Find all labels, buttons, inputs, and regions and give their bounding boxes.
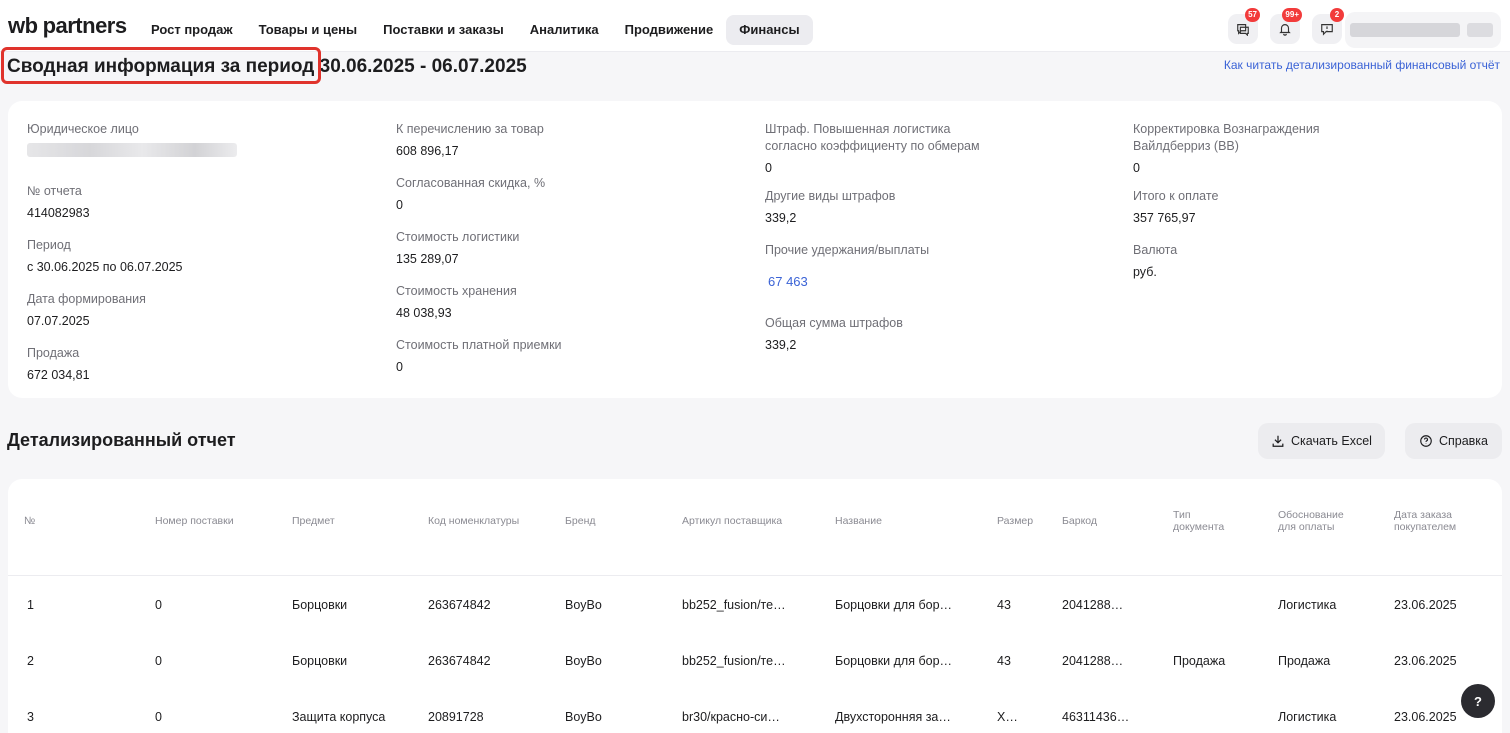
feedback-button[interactable]: 2	[1312, 8, 1344, 44]
detailed-report-title: Детализированный отчет	[7, 430, 236, 450]
col-header-subject[interactable]: Предмет	[292, 515, 335, 527]
top-header: wb partners Рост продаж Товары и цены Пос…	[0, 0, 1510, 52]
account-id-redacted	[1467, 23, 1493, 37]
col-header-order-date[interactable]: Дата заказа покупателем	[1394, 509, 1456, 533]
bell-icon	[1279, 24, 1291, 36]
sale-label: Продажа	[27, 346, 80, 360]
download-icon	[1272, 435, 1284, 447]
floating-help-button[interactable]: ?	[1461, 684, 1495, 718]
storage-cost-value: 48 038,93	[396, 306, 452, 320]
col-header-brand[interactable]: Бренд	[565, 515, 596, 527]
correction-label-line2: Вайлдберриз (ВВ)	[1133, 139, 1239, 153]
download-excel-button[interactable]: Скачать Excel	[1258, 423, 1385, 459]
question-circle-icon	[1420, 435, 1432, 447]
total-to-pay-value: 357 765,97	[1133, 211, 1196, 225]
fine-logistics-label-line2: согласно коэффициенту по обмерам	[765, 139, 980, 153]
period-label: Период	[27, 238, 71, 252]
summary-column-3: Штраф. Повышенная логистика согласно коэ…	[765, 122, 980, 353]
col-header-reason[interactable]: Обоснование для оплаты	[1278, 509, 1344, 533]
logistics-cost-label: Стоимость логистики	[396, 230, 520, 244]
report-no-value: 414082983	[27, 206, 90, 220]
created-date-value: 07.07.2025	[27, 314, 90, 328]
col-header-supply-no[interactable]: Номер поставки	[155, 515, 234, 527]
nav-item-promotion[interactable]: Продвижение	[612, 15, 727, 45]
col-header-doc-type[interactable]: Тип документа	[1173, 509, 1224, 533]
col-header-barcode[interactable]: Баркод	[1062, 515, 1097, 527]
currency-value: руб.	[1133, 265, 1157, 279]
col-header-nm-code[interactable]: Код номенклатуры	[428, 515, 519, 527]
account-name-redacted	[1350, 23, 1460, 37]
notifications-button[interactable]: 99+	[1270, 8, 1302, 44]
other-deductions-link[interactable]: 67 463	[768, 274, 980, 290]
transfer-value: 608 896,17	[396, 144, 459, 158]
notifications-badge: 99+	[1282, 8, 1302, 22]
legal-entity-redacted	[27, 143, 237, 157]
chat-badge: 57	[1245, 8, 1260, 22]
summary-column-1: Юридическое лицо № отчета 414082983 Пери…	[27, 122, 237, 383]
discount-label: Согласованная скидка, %	[396, 176, 546, 190]
wb-partners-logo[interactable]: wb partners	[8, 14, 127, 38]
nav-item-sales-growth[interactable]: Рост продаж	[138, 15, 246, 45]
help-button[interactable]: Справка	[1405, 423, 1502, 459]
chat-icon	[1237, 24, 1249, 36]
summary-card: Юридическое лицо № отчета 414082983 Пери…	[8, 101, 1502, 398]
main-nav: Рост продаж Товары и цены Поставки и зак…	[138, 15, 813, 45]
total-fines-value: 339,2	[765, 338, 797, 352]
total-fines-label: Общая сумма штрафов	[765, 316, 903, 330]
nav-item-supplies-orders[interactable]: Поставки и заказы	[370, 15, 517, 45]
discount-value: 0	[396, 198, 403, 212]
created-date-label: Дата формирования	[27, 292, 146, 306]
other-fines-label: Другие виды штрафов	[765, 189, 896, 203]
report-no-label: № отчета	[27, 184, 82, 198]
header-icons: 57 99+ 2	[1228, 8, 1344, 44]
feedback-badge: 2	[1330, 8, 1344, 22]
acceptance-cost-label: Стоимость платной приемки	[396, 338, 562, 352]
storage-cost-label: Стоимость хранения	[396, 284, 517, 298]
nav-item-analytics[interactable]: Аналитика	[517, 15, 612, 45]
table-header-divider	[8, 575, 1502, 576]
col-header-no[interactable]: №	[24, 515, 35, 527]
feedback-icon	[1321, 24, 1333, 36]
sale-value: 672 034,81	[27, 368, 90, 382]
correction-label-line1: Корректировка Вознаграждения	[1133, 122, 1320, 136]
legal-entity-label: Юридическое лицо	[27, 122, 139, 136]
col-header-size[interactable]: Размер	[997, 515, 1033, 527]
correction-value: 0	[1133, 161, 1140, 175]
total-to-pay-label: Итого к оплате	[1133, 189, 1219, 203]
acceptance-cost-value: 0	[396, 360, 403, 374]
other-fines-value: 339,2	[765, 211, 797, 225]
chat-button[interactable]: 57	[1228, 8, 1260, 44]
currency-label: Валюта	[1133, 243, 1178, 257]
nav-item-goods-prices[interactable]: Товары и цены	[246, 15, 371, 45]
col-header-name[interactable]: Название	[835, 515, 882, 527]
other-deductions-label: Прочие удержания/выплаты	[765, 243, 930, 257]
transfer-label: К перечислению за товар	[396, 122, 544, 136]
detailed-report-table: № Номер поставки Предмет Код номенклатур…	[8, 479, 1502, 733]
fine-logistics-label-line1: Штраф. Повышенная логистика	[765, 122, 951, 136]
summary-column-2: К перечислению за товар 608 896,17 Согла…	[396, 122, 562, 375]
period-value: с 30.06.2025 по 06.07.2025	[27, 260, 183, 274]
summary-column-4: Корректировка Вознаграждения Вайлдберриз…	[1133, 122, 1320, 280]
how-to-read-report-link[interactable]: Как читать детализированный финансовый о…	[1224, 58, 1500, 72]
title-highlight-box	[1, 47, 321, 84]
logistics-cost-value: 135 289,07	[396, 252, 459, 266]
col-header-article[interactable]: Артикул поставщика	[682, 515, 782, 527]
fine-logistics-value: 0	[765, 161, 772, 175]
account-switcher[interactable]	[1345, 12, 1501, 48]
nav-item-finance[interactable]: Финансы	[726, 15, 813, 45]
